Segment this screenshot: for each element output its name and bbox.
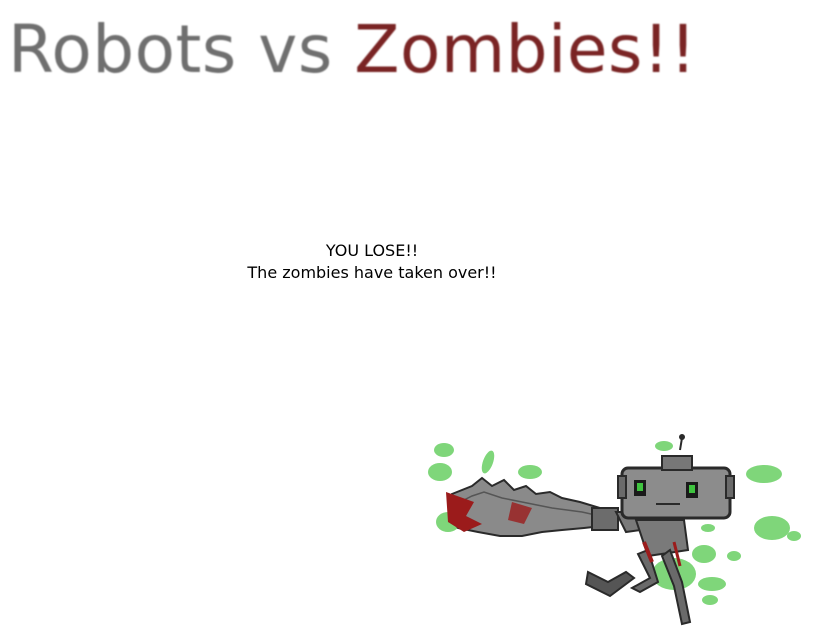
robot-head bbox=[617, 434, 735, 520]
you-lose-headline: YOU LOSE!! bbox=[325, 241, 419, 260]
chainsaw-robot-illustration bbox=[428, 434, 801, 626]
robot-body bbox=[584, 519, 692, 626]
game-title-logo: Robots vs Zombies!! bbox=[8, 14, 697, 86]
title-robots-text: Robots vs bbox=[8, 11, 333, 88]
zombies-taken-over-text: The zombies have taken over!! bbox=[247, 263, 497, 282]
game-over-message: YOU LOSE!! The zombies have taken over!! bbox=[0, 240, 744, 284]
chainsaw bbox=[446, 476, 619, 537]
title-zombies-text: Zombies!! bbox=[354, 11, 697, 88]
